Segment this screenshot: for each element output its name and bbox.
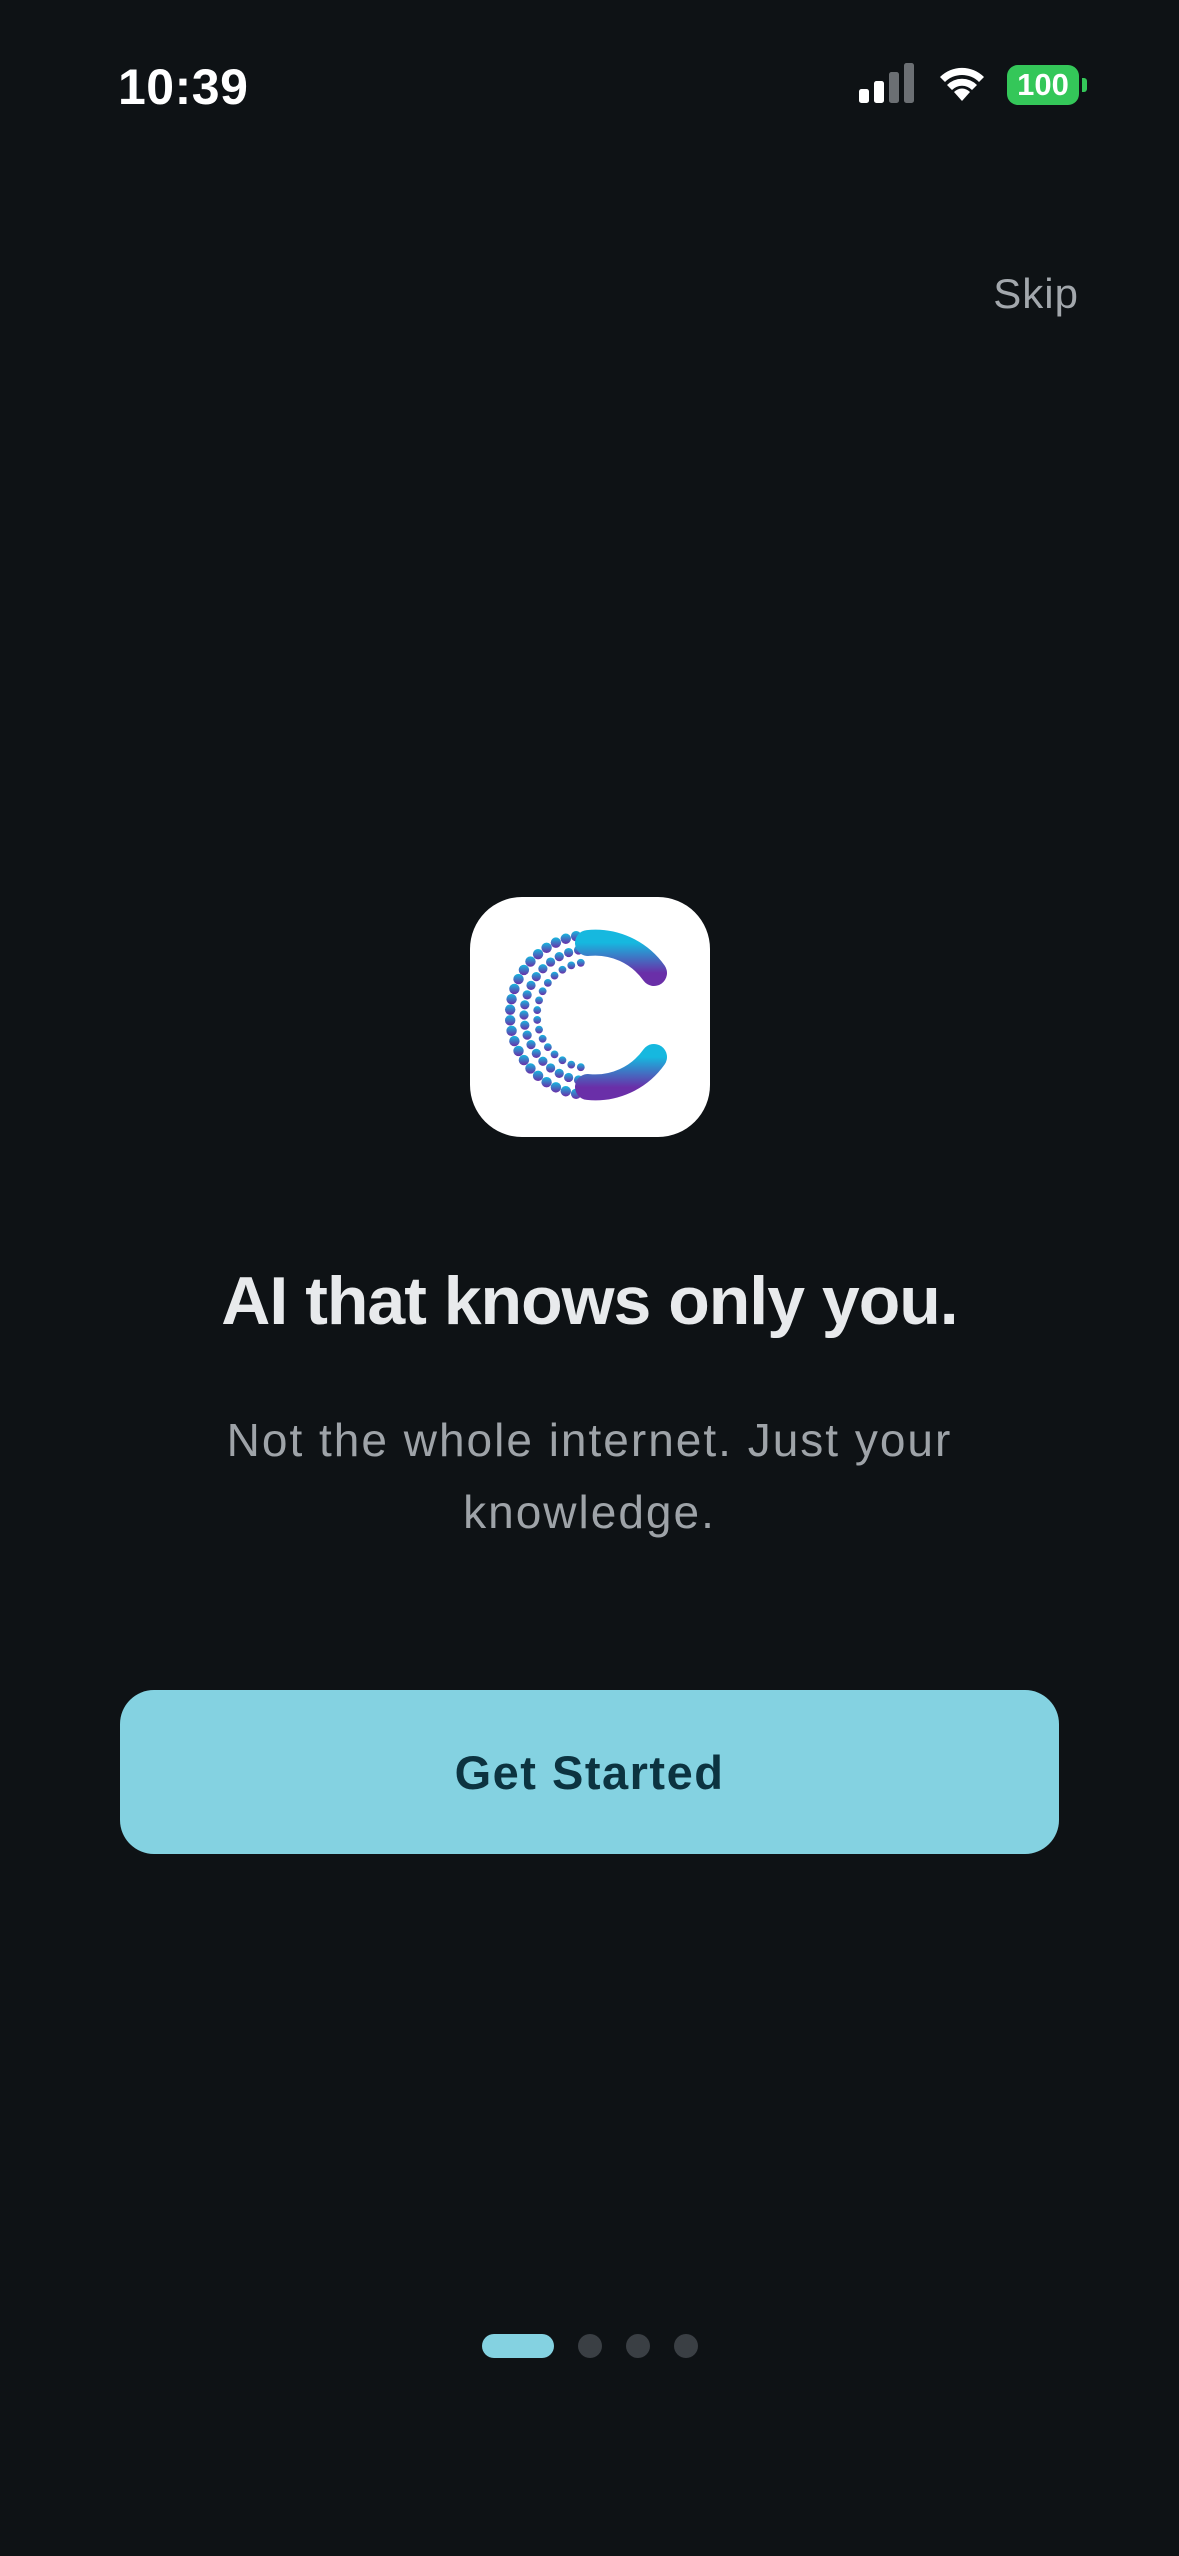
get-started-button[interactable]: Get Started (120, 1690, 1059, 1854)
headline: AI that knows only you. (221, 1263, 958, 1339)
battery-indicator: 100 (1007, 65, 1087, 105)
status-time: 10:39 (118, 59, 249, 115)
page-dot-3[interactable] (625, 2334, 650, 2358)
page-dot-2[interactable] (577, 2334, 602, 2358)
onboarding-screen: 10:39 100 Skip AI that knows only you. N… (0, 0, 1179, 2556)
app-logo-icon (490, 915, 690, 1120)
page-indicator (0, 2334, 1179, 2358)
wifi-icon (937, 63, 987, 108)
battery-tip (1082, 78, 1087, 92)
page-dot-4[interactable] (673, 2334, 698, 2358)
page-dot-1[interactable] (481, 2334, 554, 2358)
subtitle: Not the whole internet. Just your knowle… (226, 1414, 953, 1538)
app-logo (470, 897, 710, 1137)
skip-button[interactable]: Skip (993, 270, 1079, 318)
status-indicators: 100 (859, 62, 1087, 108)
cellular-signal-icon (859, 62, 917, 108)
battery-level: 100 (1007, 65, 1079, 105)
